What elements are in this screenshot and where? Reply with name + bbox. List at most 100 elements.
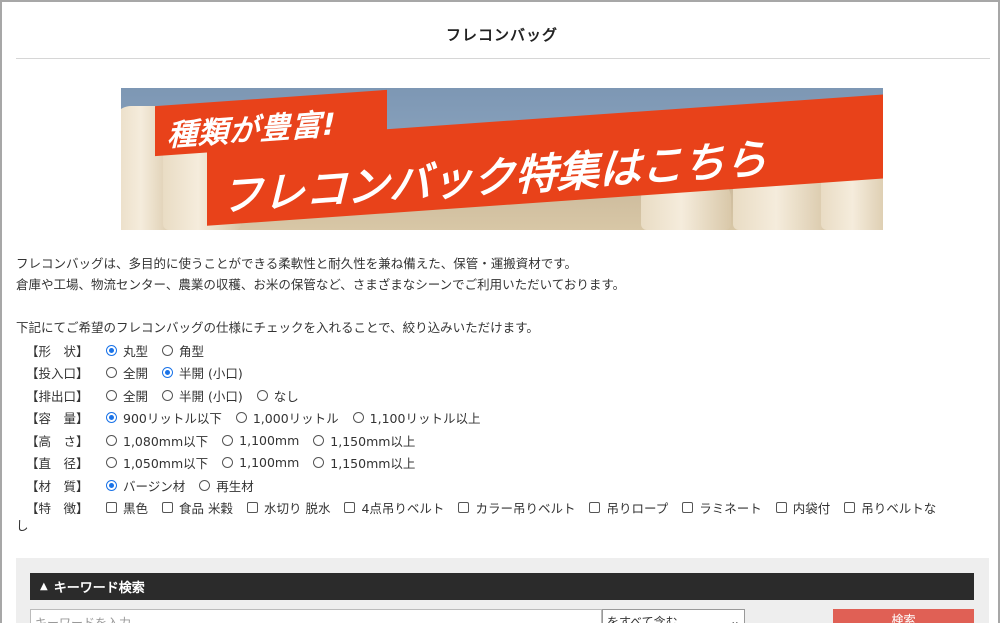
filter-label: 【高 さ】	[26, 433, 89, 449]
filter-checkbox-option[interactable]: 吊りベルトな	[844, 498, 936, 517]
filter-row: 【材 質】 バージン材 再生材	[16, 474, 988, 497]
filter-label: 【材 質】	[26, 478, 89, 494]
filter-checkbox-option[interactable]: 食品 米穀	[162, 498, 233, 517]
filter-radio-option[interactable]: バージン材	[106, 476, 185, 495]
filter-label: 【直 径】	[26, 456, 89, 472]
filter-row: 【容 量】 900リットル以下 1,000リットル 1,100リットル以上	[16, 407, 988, 430]
chevron-up-icon: ▲	[40, 581, 48, 592]
filter-checkbox-option[interactable]: 黒色	[106, 498, 148, 517]
filter-checkbox-option[interactable]: カラー吊りベルト	[458, 498, 575, 517]
radio-button[interactable]	[256, 389, 268, 401]
filter-radio-option[interactable]: 1,000リットル	[235, 408, 339, 427]
radio-button[interactable]	[162, 344, 174, 356]
search-button[interactable]: 検索	[833, 609, 974, 623]
filter-row: 【投入口】 全開 半開 (小口)	[16, 362, 988, 385]
filter-option-label: なし	[273, 388, 299, 404]
filter-row: 【排出口】 全開 半開 (小口) なし	[16, 384, 988, 407]
filter-checkbox-option[interactable]: 水切り 脱水	[247, 498, 330, 517]
filter-radio-option[interactable]: なし	[256, 386, 299, 405]
checkbox[interactable]	[682, 502, 694, 514]
filter-option-label: ラミネート	[699, 501, 762, 517]
filter-label: 【容 量】	[26, 411, 89, 427]
checkbox[interactable]	[775, 502, 787, 514]
radio-button[interactable]	[106, 434, 117, 446]
filter-option-label: 角型	[179, 343, 205, 359]
checkbox[interactable]	[589, 502, 601, 514]
filter-option-label: 1,150mm以上	[330, 456, 416, 472]
filter-option-label: 吊りロープ	[606, 501, 669, 517]
radio-button[interactable]	[352, 412, 364, 424]
radio-button[interactable]	[162, 389, 174, 401]
filter-option-label: 1,080mm以下	[123, 433, 209, 449]
filter-radio-option[interactable]: 1,050mm以下	[106, 453, 208, 472]
filter-radio-option[interactable]: 1,100mm	[222, 455, 299, 470]
radio-button[interactable]	[162, 367, 174, 379]
filter-radio-option[interactable]: 角型	[162, 341, 204, 360]
chevron-down-icon: ⌄	[729, 614, 740, 623]
radio-button[interactable]	[106, 479, 117, 491]
filter-row: 【形 状】 丸型 角型	[16, 339, 988, 362]
filter-checkbox-option[interactable]: ラミネート	[682, 498, 762, 517]
filter-radio-option[interactable]: 1,150mm以上	[313, 453, 415, 472]
radio-button[interactable]	[222, 434, 234, 446]
intro-line: 倉庫や工場、物流センター、農業の収穫、お米の保管など、さまざまなシーンでご利用い…	[16, 277, 626, 292]
filter-option-label: 食品 米穀	[179, 501, 233, 517]
radio-button[interactable]	[313, 457, 325, 469]
filter-checkbox-option[interactable]: 吊りロープ	[589, 498, 668, 517]
filter-option-label: 1,100リットル以上	[369, 411, 481, 427]
keyword-search-panel: ▲ キーワード検索 キーワードを入力 をすべて含む ⌄ 検索	[16, 558, 989, 623]
filter-label: 【排出口】	[26, 388, 89, 404]
match-mode-select[interactable]: をすべて含む ⌄	[602, 609, 745, 623]
filter-checkbox-option[interactable]: 4点吊りベルト	[344, 498, 444, 517]
radio-button[interactable]	[106, 412, 117, 424]
filter-radio-option[interactable]: 半開 (小口)	[162, 386, 243, 405]
radio-button[interactable]	[106, 389, 117, 401]
page-frame: フレコンバッグ 種類が豊富! フレコンバック特集はこちら フレコンバッグは、多目…	[0, 0, 1000, 623]
checkbox[interactable]	[844, 502, 856, 514]
filter-radio-option[interactable]: 1,080mm以下	[106, 431, 208, 450]
filter-radio-option[interactable]: 再生材	[199, 476, 254, 495]
checkbox[interactable]	[162, 502, 174, 514]
radio-button[interactable]	[106, 457, 117, 469]
intro-line: フレコンバッグは、多目的に使うことができる柔軟性と耐久性を兼ね備えた、保管・運搬…	[16, 256, 578, 271]
filter-instructions: 下記にてご希望のフレコンバッグの仕様にチェックを入れることで、絞り込みいただけま…	[16, 320, 539, 335]
filter-option-label: 900リットル以下	[123, 411, 222, 427]
intro-text: フレコンバッグは、多目的に使うことができる柔軟性と耐久性を兼ね備えた、保管・運搬…	[16, 253, 625, 295]
checkbox[interactable]	[247, 502, 258, 514]
checkbox[interactable]	[106, 502, 117, 514]
filter-radio-option[interactable]: 1,100リットル以上	[352, 408, 481, 427]
filter-option-label: 吊りベルトな	[861, 501, 937, 517]
filter-radio-option[interactable]: 半開 (小口)	[162, 363, 243, 382]
radio-button[interactable]	[222, 457, 234, 469]
filter-radio-option[interactable]: 1,150mm以上	[313, 431, 415, 450]
keyword-input[interactable]: キーワードを入力	[30, 609, 602, 623]
filter-radio-option[interactable]: 全開	[106, 363, 148, 382]
radio-button[interactable]	[106, 367, 117, 379]
match-mode-value: をすべて含む	[607, 614, 678, 624]
radio-button[interactable]	[199, 479, 211, 491]
filter-radio-option[interactable]: 丸型	[106, 341, 148, 360]
filter-option-label: 全開	[123, 366, 149, 382]
filter-radio-option[interactable]: 全開	[106, 386, 148, 405]
filter-option-label: 半開 (小口)	[179, 366, 243, 382]
filter-radio-option[interactable]: 1,100mm	[222, 433, 299, 448]
filter-option-label: 1,050mm以下	[123, 456, 209, 472]
keyword-search-header[interactable]: ▲ キーワード検索	[30, 573, 974, 600]
keyword-search-title: キーワード検索	[53, 581, 145, 596]
filter-row: 【直 径】 1,050mm以下 1,100mm 1,150mm以上	[16, 452, 988, 475]
filter-label: 【特 徴】	[26, 501, 89, 517]
checkbox[interactable]	[344, 502, 356, 514]
filter-option-label: 1,150mm以上	[330, 433, 416, 449]
radio-button[interactable]	[313, 434, 325, 446]
filter-checkbox-option[interactable]: 内袋付	[775, 498, 830, 517]
spec-filter-list: 【形 状】 丸型 角型 【投入口】 全開 半開 (小口) 【排出口】 全開 半開 (小口) なし【…	[16, 339, 988, 519]
filter-option-label: 1,100mm	[239, 455, 300, 471]
filter-option-label: 丸型	[123, 343, 149, 359]
radio-button[interactable]	[235, 412, 247, 424]
checkbox[interactable]	[458, 502, 470, 514]
filter-label: 【投入口】	[26, 366, 89, 382]
radio-button[interactable]	[106, 344, 117, 356]
filter-radio-option[interactable]: 900リットル以下	[106, 408, 222, 427]
feature-banner[interactable]: 種類が豊富! フレコンバック特集はこちら	[121, 88, 883, 230]
filter-option-label: 半開 (小口)	[179, 388, 243, 404]
